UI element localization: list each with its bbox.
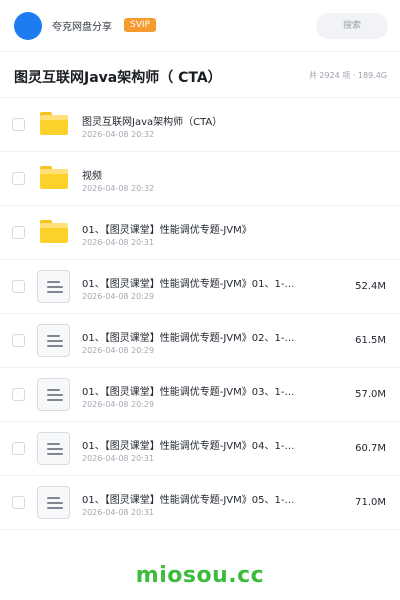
row-checkbox[interactable] xyxy=(12,496,25,509)
top-bar: 夸克网盘分享 SVIP xyxy=(0,0,400,52)
item-name: 01、【图灵课堂】性能调优专题-JVM》05、1-… xyxy=(82,495,295,506)
list-item[interactable]: 视频 2026-04-08 20:32 xyxy=(0,152,400,206)
page-title: 图灵互联网Java架构师（ CTA） xyxy=(14,70,222,86)
folder-icon xyxy=(40,166,68,189)
file-list: 图灵互联网Java架构师（CTA） 2026-04-08 20:32 视频 20… xyxy=(0,98,400,530)
row-checkbox[interactable] xyxy=(12,388,25,401)
watermark-text: miosou.cc xyxy=(135,563,265,588)
list-item[interactable]: 01、【图灵课堂】性能调优专题-JVM》03、1-… 2026-04-08 20… xyxy=(0,368,400,422)
item-size: 71.0M xyxy=(355,497,386,508)
document-icon xyxy=(37,486,70,519)
item-name: 视频 xyxy=(82,171,102,182)
item-size: 57.0M xyxy=(355,389,386,400)
list-item[interactable]: 01、【图灵课堂】性能调优专题-JVM》04、1-… 2026-04-08 20… xyxy=(0,422,400,476)
item-size: 60.7M xyxy=(355,443,386,454)
brand-name: 夸克网盘分享 xyxy=(52,22,112,33)
item-date: 2026-04-08 20:31 xyxy=(82,508,155,517)
row-checkbox[interactable] xyxy=(12,280,25,293)
list-item[interactable]: 01、【图灵课堂】性能调优专题-JVM》05、1-… 2026-04-08 20… xyxy=(0,476,400,530)
item-date: 2026-04-08 20:29 xyxy=(82,346,155,355)
document-icon xyxy=(37,378,70,411)
row-checkbox[interactable] xyxy=(12,172,25,185)
item-name: 01、【图灵课堂】性能调优专题-JVM》03、1-… xyxy=(82,387,295,398)
document-icon xyxy=(37,432,70,465)
search-input[interactable] xyxy=(316,13,388,39)
document-icon xyxy=(37,270,70,303)
item-date: 2026-04-08 20:32 xyxy=(82,130,155,139)
item-date: 2026-04-08 20:29 xyxy=(82,292,155,301)
item-date: 2026-04-08 20:32 xyxy=(82,184,155,193)
row-checkbox[interactable] xyxy=(12,334,25,347)
item-size: 61.5M xyxy=(355,335,386,346)
item-name: 图灵互联网Java架构师（CTA） xyxy=(82,117,223,128)
item-date: 2026-04-08 20:29 xyxy=(82,400,155,409)
title-bar: 图灵互联网Java架构师（ CTA） 共 2924 项 · 189.4G xyxy=(0,52,400,98)
folder-icon xyxy=(40,112,68,135)
list-item[interactable]: 01、【图灵课堂】性能调优专题-JVM》02、1-… 2026-04-08 20… xyxy=(0,314,400,368)
item-name: 01、【图灵课堂】性能调优专题-JVM》02、1-… xyxy=(82,333,295,344)
item-name: 01、【图灵课堂】性能调优专题-JVM》01、1-… xyxy=(82,279,295,290)
item-summary: 共 2924 项 · 189.4G xyxy=(308,71,387,80)
list-item[interactable]: 图灵互联网Java架构师（CTA） 2026-04-08 20:32 xyxy=(0,98,400,152)
folder-icon xyxy=(40,220,68,243)
svip-badge: SVIP xyxy=(124,18,156,32)
item-date: 2026-04-08 20:31 xyxy=(82,454,155,463)
row-checkbox[interactable] xyxy=(12,226,25,239)
document-icon xyxy=(37,324,70,357)
list-item[interactable]: 01、【图灵课堂】性能调优专题-JVM》01、1-… 2026-04-08 20… xyxy=(0,260,400,314)
item-date: 2026-04-08 20:31 xyxy=(82,238,155,247)
row-checkbox[interactable] xyxy=(12,118,25,131)
avatar[interactable] xyxy=(14,12,42,40)
item-name: 01、【图灵课堂】性能调优专题-JVM》 xyxy=(82,225,252,236)
list-item[interactable]: 01、【图灵课堂】性能调优专题-JVM》 2026-04-08 20:31 xyxy=(0,206,400,260)
item-name: 01、【图灵课堂】性能调优专题-JVM》04、1-… xyxy=(82,441,295,452)
item-size: 52.4M xyxy=(355,281,386,292)
row-checkbox[interactable] xyxy=(12,442,25,455)
